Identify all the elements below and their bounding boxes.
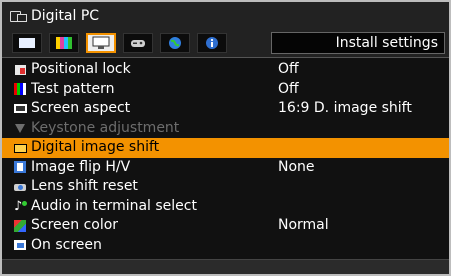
menu-item-value: Normal: [278, 217, 329, 234]
image-flip-icon: [14, 161, 27, 174]
menu-title: Digital PC: [31, 7, 100, 24]
lens-shift-icon: [14, 181, 27, 193]
menu-item-label: Digital image shift: [31, 139, 160, 156]
tab-image-adjustment[interactable]: [12, 33, 42, 53]
keystone-icon: [14, 122, 27, 134]
menu-item-keystone-adjustment: Keystone adjustment: [2, 119, 449, 139]
info-icon: [206, 37, 218, 49]
menu-item-lens-shift-reset[interactable]: Lens shift reset: [2, 177, 449, 197]
menu-item-label: On screen: [31, 236, 102, 253]
lock-icon: [14, 64, 27, 76]
screen-color-icon: [14, 219, 27, 232]
menu-item-label: Keystone adjustment: [31, 119, 180, 136]
menu-item-value: 16:9 D. image shift: [278, 100, 412, 117]
menu-item-value: Off: [278, 80, 299, 97]
digital-image-shift-icon: [14, 142, 27, 154]
tab-color-adjustment[interactable]: [49, 33, 79, 53]
menu-item-image-flip[interactable]: Image flip H/V None: [2, 158, 449, 178]
audio-icon: [14, 197, 27, 216]
menu-item-label: Positional lock: [31, 61, 131, 78]
menu-footer: [2, 259, 449, 274]
projector-osd-menu: Digital PC Install settings Positional l…: [0, 0, 451, 276]
menu-item-label: Screen aspect: [31, 100, 131, 117]
menu-item-label: Audio in terminal select: [31, 197, 197, 214]
gamepad-icon: [131, 40, 145, 47]
menu-item-digital-image-shift[interactable]: Digital image shift: [2, 138, 449, 158]
on-screen-icon: [14, 239, 27, 251]
tab-install-settings[interactable]: [86, 33, 116, 53]
menu-list: Positional lock Off Test pattern Off Scr…: [2, 60, 449, 255]
tab-system-settings[interactable]: [123, 33, 153, 53]
test-pattern-icon: [14, 83, 27, 96]
tab-bar: Install settings: [2, 29, 449, 58]
projector-screen-icon: [92, 36, 110, 49]
color-bars-icon: [56, 37, 72, 49]
menu-item-value: None: [278, 158, 315, 175]
menu-item-label: Image flip H/V: [31, 158, 131, 175]
menu-item-label: Screen color: [31, 217, 119, 234]
globe-icon: [169, 37, 181, 49]
section-label: Install settings: [271, 32, 445, 54]
tab-information[interactable]: [197, 33, 227, 53]
white-square-icon: [19, 38, 35, 48]
tab-network-settings[interactable]: [160, 33, 190, 53]
menu-header: Digital PC: [2, 2, 449, 29]
menu-item-positional-lock[interactable]: Positional lock Off: [2, 60, 449, 80]
menu-item-audio-in-terminal-select[interactable]: Audio in terminal select: [2, 197, 449, 216]
menu-item-screen-color[interactable]: Screen color Normal: [2, 216, 449, 236]
menu-item-screen-aspect[interactable]: Screen aspect 16:9 D. image shift: [2, 99, 449, 119]
menu-item-on-screen[interactable]: On screen: [2, 236, 449, 256]
menu-item-value: Off: [278, 61, 299, 78]
input-source-icon: [10, 10, 28, 22]
menu-item-label: Lens shift reset: [31, 178, 138, 195]
screen-aspect-icon: [14, 103, 27, 115]
menu-item-label: Test pattern: [31, 80, 115, 97]
menu-item-test-pattern[interactable]: Test pattern Off: [2, 80, 449, 100]
